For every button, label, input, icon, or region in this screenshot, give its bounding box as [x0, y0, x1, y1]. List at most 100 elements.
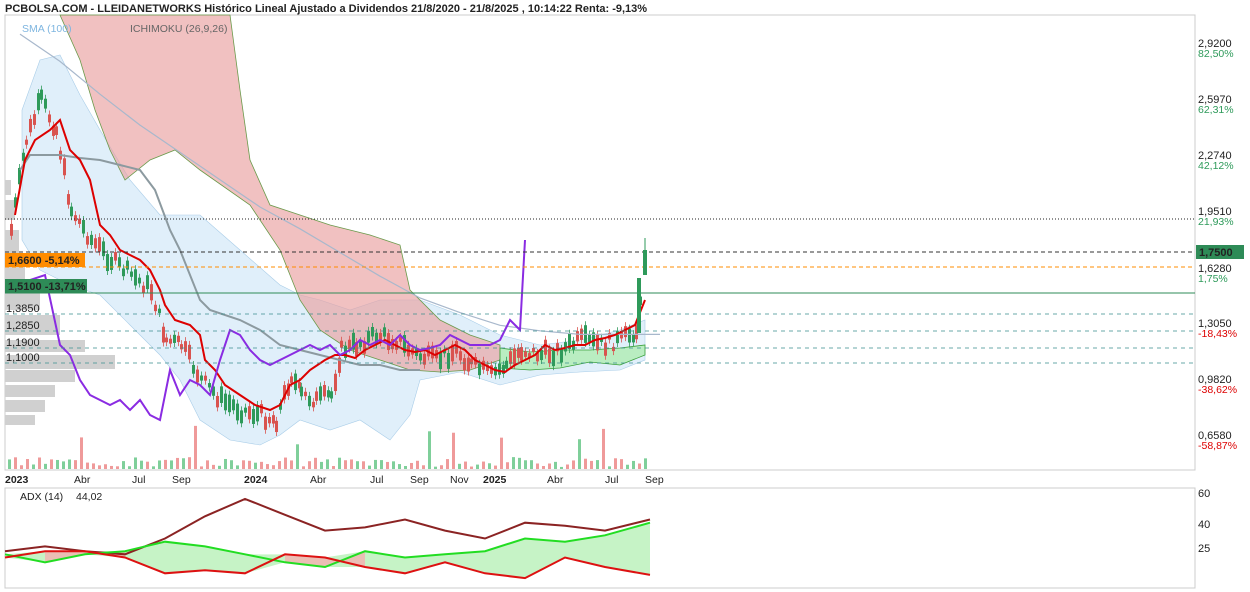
candle [478, 363, 481, 376]
volume-bar [584, 458, 587, 469]
candle [359, 341, 362, 348]
candle [509, 351, 512, 364]
volume-bar [272, 465, 275, 469]
volume-bar [614, 458, 617, 469]
candle [33, 114, 36, 125]
volume-bar [590, 460, 593, 469]
candle [588, 334, 591, 343]
candle [330, 391, 333, 399]
volume-bar [224, 458, 227, 469]
candle [126, 260, 129, 270]
volume-bar [374, 459, 377, 469]
volume-bar [80, 437, 83, 469]
y-pct-0: 82,50% [1198, 48, 1234, 60]
x-tick-2023: 2023 [5, 474, 29, 486]
volume-bar [170, 460, 173, 469]
candle [604, 342, 607, 356]
volume-bar [218, 465, 221, 469]
candle [348, 339, 351, 349]
candle [67, 194, 70, 205]
volume-bar [476, 464, 479, 469]
volume-bar [344, 460, 347, 469]
x-tick-jul-3: Jul [605, 474, 618, 486]
candle [224, 393, 227, 411]
volume-bar [314, 457, 317, 469]
candle [540, 349, 543, 361]
candle [208, 383, 211, 388]
candle [244, 407, 247, 413]
candle [275, 420, 278, 433]
candle [498, 363, 501, 375]
volume-bar [572, 460, 575, 469]
volume-bar [44, 463, 47, 469]
candle [560, 348, 563, 363]
chart-title: PCBOLSA.COM - LLEIDANETWORKS Histórico L… [5, 3, 647, 15]
volume-bar [644, 458, 647, 469]
candle [367, 330, 370, 343]
volume-bar [128, 466, 131, 469]
x-tick-2025: 2025 [483, 474, 507, 486]
volume-bar [152, 466, 155, 469]
y-pct-1: 62,31% [1198, 104, 1234, 116]
volume-bar [500, 437, 503, 469]
candle [260, 404, 263, 414]
volume-bar [542, 465, 545, 469]
volume-bar [638, 463, 641, 469]
x-tick-sep-3: Sep [645, 474, 664, 486]
volume-bar [332, 466, 335, 469]
candle [138, 277, 141, 284]
volume-bar [14, 457, 17, 469]
volume-bar [38, 457, 41, 469]
candle [248, 406, 251, 420]
volume-bar [518, 457, 521, 469]
candle [146, 275, 149, 290]
volume-bar [146, 461, 149, 469]
candle [196, 369, 199, 383]
candle [327, 390, 330, 398]
candle [632, 334, 635, 343]
label-1-6600: 1,6600 -5,14% [8, 255, 80, 267]
candle [459, 351, 462, 361]
candle [154, 304, 157, 312]
volume-bar [446, 459, 449, 469]
candle [304, 391, 307, 397]
candle [158, 308, 161, 313]
volume-bar [608, 466, 611, 469]
label-1-1000: 1,1000 [6, 352, 40, 364]
volume-bar [380, 460, 383, 469]
candle [173, 334, 176, 343]
volume-bar [554, 461, 557, 469]
volume-bar [86, 462, 89, 469]
candle [272, 415, 275, 424]
volume-bar [296, 444, 299, 469]
volume-bar [236, 465, 239, 469]
candle [300, 386, 303, 397]
spike-candle-2 [637, 278, 641, 333]
candle [220, 386, 223, 403]
candle [74, 215, 77, 222]
candle [463, 358, 466, 371]
legend-sma: SMA (100) [22, 23, 72, 35]
volume-bar [386, 461, 389, 469]
candle [308, 395, 311, 407]
volume-bar [488, 463, 491, 469]
candle [200, 375, 203, 381]
candle [524, 351, 527, 357]
candle [162, 326, 165, 343]
candle [240, 410, 243, 424]
label-1-2850: 1,2850 [6, 320, 40, 332]
volume-bar [56, 459, 59, 469]
volume-bar [350, 459, 353, 469]
volume-bar [284, 457, 287, 469]
adx-label: ADX (14) [20, 491, 63, 503]
volume-bar [206, 460, 209, 469]
label-1-1900: 1,1900 [6, 337, 40, 349]
right-axis: 2,9200 82,50% 2,5970 62,31% 2,2740 42,12… [1196, 38, 1244, 452]
x-tick-abr-1: Abr [74, 474, 91, 486]
candle [576, 331, 579, 342]
candle [86, 236, 89, 245]
volume-bar [290, 460, 293, 469]
candle [612, 346, 615, 352]
candle [624, 326, 627, 338]
candle [319, 386, 322, 401]
